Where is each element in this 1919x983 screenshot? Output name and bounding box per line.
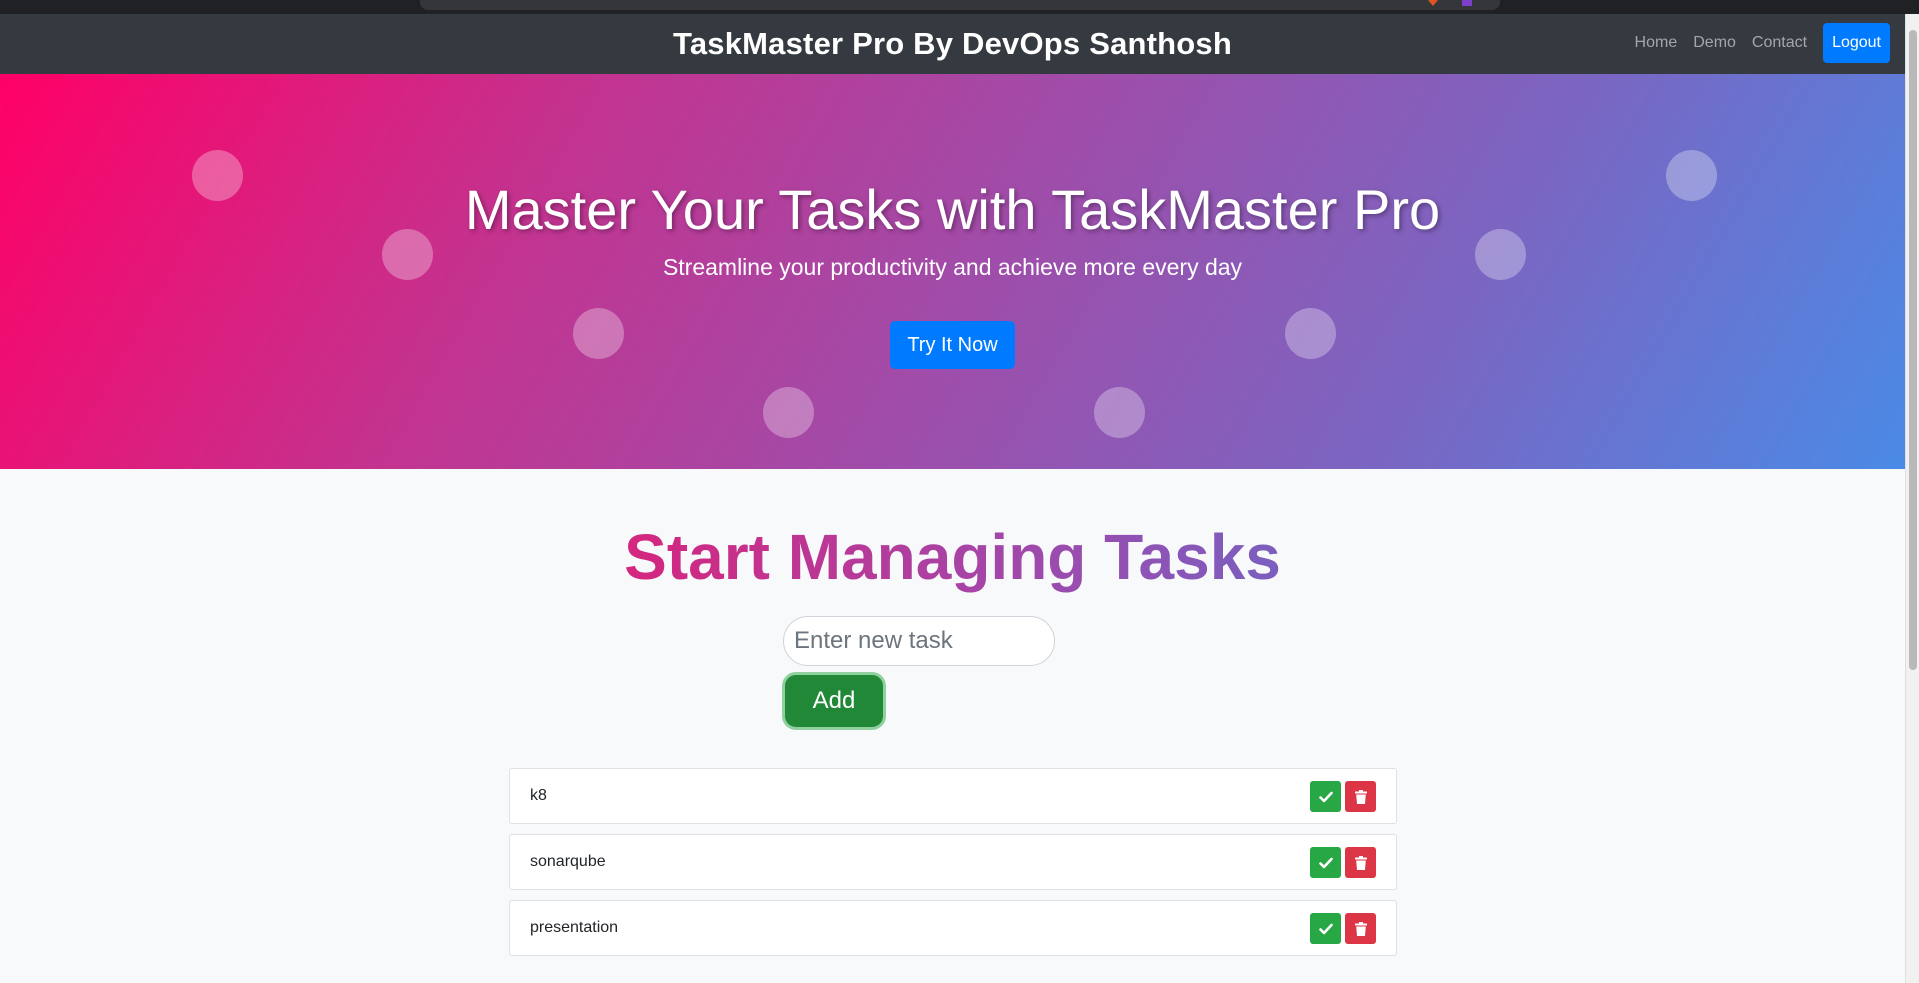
navbar: TaskMaster Pro By DevOps Santhosh Home D… (0, 14, 1905, 74)
task-text: sonarqube (530, 853, 606, 870)
check-icon (1318, 791, 1333, 802)
page-scrollbar[interactable] (1905, 14, 1919, 983)
new-task-input[interactable] (783, 616, 1055, 666)
task-item: sonarqube (509, 834, 1397, 890)
logout-button[interactable]: Logout (1823, 23, 1890, 63)
hero-section: Master Your Tasks with TaskMaster Pro St… (0, 74, 1905, 469)
add-task-button[interactable]: Add (782, 672, 886, 730)
trash-icon (1354, 921, 1367, 936)
nav-home-link[interactable]: Home (1635, 34, 1678, 52)
decorative-bubble (1285, 308, 1336, 359)
complete-task-button[interactable] (1310, 781, 1341, 812)
browser-address-bar[interactable] (420, 0, 1500, 10)
nav-links: Home Demo Contact Logout (1619, 23, 1890, 63)
delete-task-button[interactable] (1345, 913, 1376, 944)
complete-task-button[interactable] (1310, 847, 1341, 878)
decorative-bubble (1094, 387, 1145, 438)
browser-toolbar (0, 0, 1919, 14)
check-icon (1318, 857, 1333, 868)
complete-task-button[interactable] (1310, 913, 1341, 944)
hero-title: Master Your Tasks with TaskMaster Pro (464, 178, 1441, 241)
nav-demo-link[interactable]: Demo (1693, 34, 1736, 52)
section-title-text: Start Managing Tasks (624, 521, 1281, 593)
hero-subtitle: Streamline your productivity and achieve… (662, 254, 1243, 280)
scrollbar-thumb[interactable] (1909, 30, 1917, 670)
delete-task-button[interactable] (1345, 847, 1376, 878)
task-list: k8 sonarqube presentation (509, 768, 1397, 966)
trash-icon (1354, 789, 1367, 804)
task-actions (1306, 847, 1376, 878)
task-text: presentation (530, 919, 619, 936)
extension-icon[interactable] (1460, 0, 1474, 8)
task-actions (1306, 781, 1376, 812)
task-item: presentation (509, 900, 1397, 956)
task-actions (1306, 913, 1376, 944)
decorative-bubble (573, 308, 624, 359)
nav-contact-link[interactable]: Contact (1752, 34, 1807, 52)
section-title: Start Managing Tasks (0, 520, 1905, 594)
extension-icon[interactable] (1426, 0, 1440, 8)
check-icon (1318, 923, 1333, 934)
task-text: k8 (530, 787, 547, 804)
try-it-now-button[interactable]: Try It Now (890, 321, 1015, 369)
task-item: k8 (509, 768, 1397, 824)
decorative-bubble (763, 387, 814, 438)
trash-icon (1354, 855, 1367, 870)
delete-task-button[interactable] (1345, 781, 1376, 812)
